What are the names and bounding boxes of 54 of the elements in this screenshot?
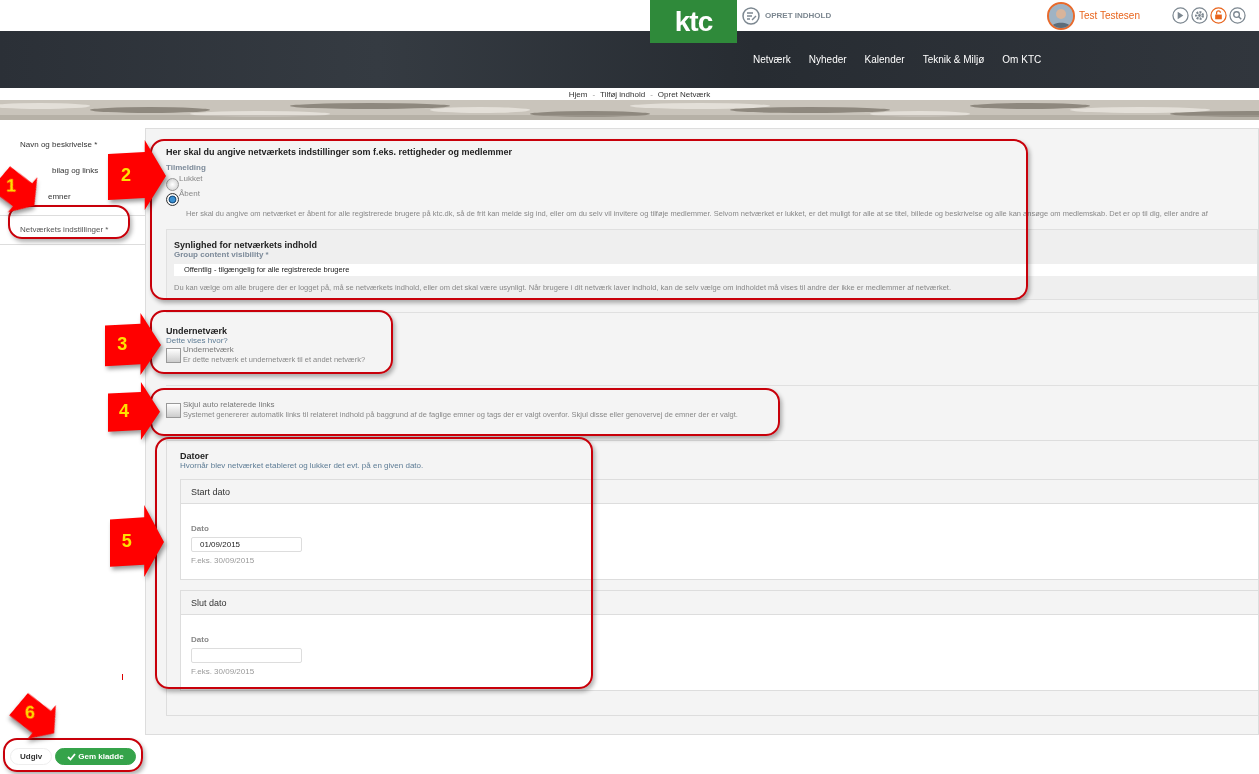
sidebar-tab[interactable]: Navn og beskrivelse * xyxy=(20,140,98,152)
fieldset-legend: Start dato xyxy=(181,480,1258,504)
sidebar-tab[interactable]: Netværkets indstillinger * xyxy=(0,215,145,245)
callout-arrow: 5 xyxy=(110,505,164,577)
user-name[interactable]: Test Testesen xyxy=(1079,10,1140,21)
checkbox-label: Undernetværk xyxy=(183,345,235,354)
sidebar-tab[interactable]: bilag og links xyxy=(52,166,99,178)
nav-link[interactable]: Teknik & Miljø xyxy=(922,54,985,65)
hint-text: F.eks. 30/09/2015 xyxy=(191,556,256,565)
field-label: Dato xyxy=(191,635,210,644)
edit-icon[interactable] xyxy=(742,6,760,25)
cursor-mark xyxy=(122,674,123,680)
callout-arrow: 4 xyxy=(108,382,160,440)
breadcrumb-separator: - xyxy=(592,89,596,99)
field-label: Dato xyxy=(191,524,210,533)
nav-link[interactable]: Kalender xyxy=(864,54,905,65)
section-subtitle: Dette vises hvor? xyxy=(166,336,229,345)
field-label: Group content visibility * xyxy=(174,250,270,259)
field-label: Tilmelding xyxy=(166,163,207,172)
create-content-link[interactable]: OPRET INDHOLD xyxy=(765,11,832,20)
radio-label: Lukket xyxy=(179,174,203,183)
site-logo[interactable]: ktc xyxy=(650,0,737,43)
section-subtitle: Hvornår blev netværket etableret og lukker det evt. på en given dato. xyxy=(180,461,425,470)
radio-button[interactable] xyxy=(166,178,179,191)
section-heading: Synlighed for netværkets indhold xyxy=(174,240,318,250)
section-heading: Undernetværk xyxy=(166,326,229,336)
user-avatar[interactable] xyxy=(1047,1,1075,30)
date-field[interactable]: 01/09/2015 xyxy=(191,537,302,552)
section-heading: Her skal du angive netværkets indstillinger som f.eks. rettigheder og medlemmer xyxy=(166,147,514,157)
hint-text: F.eks. 30/09/2015 xyxy=(191,667,256,676)
radio-label: Åbent xyxy=(179,189,200,198)
publish-button[interactable]: Udgiv xyxy=(10,748,53,765)
checkbox-label: Skjul auto relaterede links xyxy=(183,400,276,409)
search-icon[interactable] xyxy=(1229,7,1246,24)
breadcrumb-link[interactable]: Opret Netværk xyxy=(657,89,711,99)
lock-icon[interactable] xyxy=(1210,7,1227,24)
callout-arrow: 3 xyxy=(105,313,161,375)
breadcrumb-separator: - xyxy=(650,89,653,99)
settings-icon[interactable] xyxy=(1191,7,1208,24)
section-heading: Datoer xyxy=(180,451,210,461)
breadcrumb-link[interactable]: Tilføj indhold xyxy=(600,89,646,99)
check-icon xyxy=(67,752,77,761)
nav-link[interactable]: Nyheder xyxy=(808,54,847,65)
checkbox[interactable] xyxy=(166,403,181,418)
radio-button[interactable] xyxy=(166,193,179,206)
download-icon[interactable] xyxy=(1172,7,1189,24)
fieldset-legend: Slut dato xyxy=(181,591,1258,615)
nav-link[interactable]: Om KTC xyxy=(1002,54,1042,65)
sidebar-tab[interactable]: emner xyxy=(48,192,71,204)
checkbox[interactable] xyxy=(166,348,181,363)
callout-arrow: 2 xyxy=(108,140,166,210)
date-field[interactable] xyxy=(191,648,302,663)
breadcrumb-link[interactable]: Hjem xyxy=(568,89,588,99)
nav-link[interactable]: Netværk xyxy=(753,54,791,65)
